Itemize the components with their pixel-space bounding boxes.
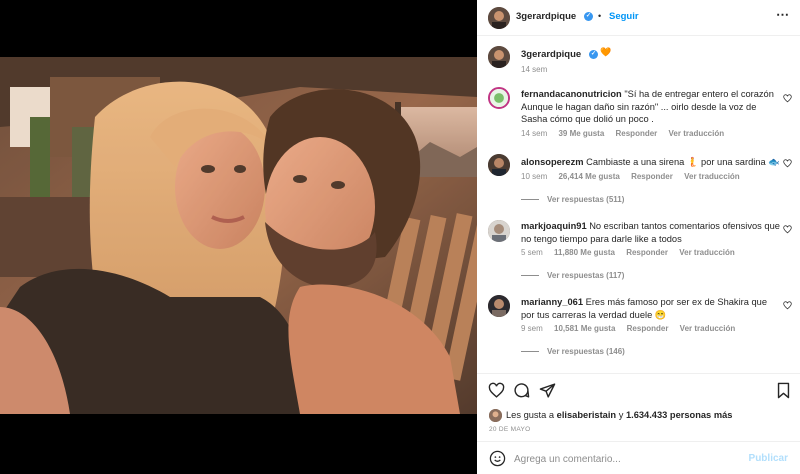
liker-avatar[interactable] <box>489 409 502 422</box>
post-date: 20 DE MAYO <box>489 426 531 433</box>
caption-avatar[interactable] <box>488 46 510 68</box>
comment-username[interactable]: fernandacanonutricion <box>521 89 622 99</box>
comment-likes[interactable]: 10,581 Me gusta <box>554 324 615 333</box>
reply-button[interactable]: Responder <box>627 324 669 333</box>
comment-avatar[interactable] <box>488 87 510 109</box>
publish-button[interactable]: Publicar <box>749 453 788 464</box>
emoji-icon[interactable] <box>489 450 506 467</box>
comment-like-heart-icon[interactable] <box>783 301 792 310</box>
liker-username[interactable]: elisaberistain <box>557 410 616 420</box>
comment-username[interactable]: markjoaquin91 <box>521 221 587 231</box>
comment-username[interactable]: alonsoperezm <box>521 157 584 167</box>
author-avatar[interactable] <box>488 7 510 29</box>
author-username[interactable]: 3gerardpique <box>516 11 576 22</box>
comment-likes[interactable]: 39 Me gusta <box>558 129 604 138</box>
caption-username[interactable]: 3gerardpique <box>521 49 581 60</box>
caption-time: 14 sem <box>521 65 548 74</box>
comments-list: 3gerardpique ✓ 🧡 14 sem fernandacanonutr… <box>477 37 800 373</box>
verified-icon: ✓ <box>584 12 593 21</box>
bookmark-icon[interactable] <box>775 382 792 399</box>
comment-like-heart-icon[interactable] <box>783 159 792 168</box>
media-pane <box>0 0 477 474</box>
post-header: 3gerardpique ✓ • Seguir ⋯ <box>477 0 800 36</box>
likes-connector: y <box>618 410 624 420</box>
translate-button[interactable]: Ver traducción <box>684 172 740 181</box>
translate-button[interactable]: Ver traducción <box>680 324 736 333</box>
likes-summary: Les gusta a elisaberistain y 1.634.433 p… <box>506 410 732 420</box>
comment-avatar[interactable] <box>488 154 510 176</box>
comment-time: 10 sem <box>521 172 548 181</box>
verified-icon: ✓ <box>589 50 598 59</box>
view-replies-button[interactable]: Ver respuestas (511) <box>521 195 624 204</box>
reply-button[interactable]: Responder <box>631 172 673 181</box>
comment-meta: 9 sem 10,581 Me gusta Responder Ver trad… <box>521 324 744 333</box>
reply-button[interactable]: Responder <box>616 129 658 138</box>
follow-button[interactable]: Seguir <box>609 11 639 22</box>
comment-item: fernandacanonutricion "Sí ha de entregar… <box>521 88 781 126</box>
comment-meta: 10 sem 26,414 Me gusta Responder Ver tra… <box>521 172 749 181</box>
comment-username[interactable]: marianny_061 <box>521 297 583 307</box>
separator-dot: • <box>598 11 602 21</box>
comment-item: alonsoperezm Cambiaste a una sirena 🧜 po… <box>521 156 781 169</box>
reply-button[interactable]: Responder <box>626 248 668 257</box>
likes-prefix: Les gusta a <box>506 410 555 420</box>
view-replies-button[interactable]: Ver respuestas (117) <box>521 271 624 280</box>
comment-input[interactable] <box>514 451 734 467</box>
comment-avatar[interactable] <box>488 295 510 317</box>
caption-emoji: 🧡 <box>600 47 612 57</box>
comment-likes[interactable]: 26,414 Me gusta <box>558 172 619 181</box>
comment-composer: Publicar <box>477 441 800 474</box>
translate-button[interactable]: Ver traducción <box>669 129 725 138</box>
comment-time: 5 sem <box>521 248 543 257</box>
post-panel: 3gerardpique ✓ • Seguir ⋯ 3gerardpique ✓… <box>477 0 800 474</box>
comment-like-heart-icon[interactable] <box>783 225 792 234</box>
comment-time: 9 sem <box>521 324 543 333</box>
comment-item: markjoaquin91 No escriban tantos comenta… <box>521 220 781 245</box>
share-icon[interactable] <box>539 382 556 399</box>
comment-meta: 5 sem 11,880 Me gusta Responder Ver trad… <box>521 248 744 257</box>
comment-icon[interactable] <box>513 382 530 399</box>
view-replies-button[interactable]: Ver respuestas (146) <box>521 347 625 356</box>
comment-likes[interactable]: 11,880 Me gusta <box>554 248 615 257</box>
heart-icon[interactable] <box>488 382 505 399</box>
comment-body: Cambiaste a una sirena 🧜 por una sardina… <box>586 157 780 167</box>
comment-avatar[interactable] <box>488 220 510 242</box>
comment-meta: 14 sem 39 Me gusta Responder Ver traducc… <box>521 129 733 138</box>
post-photo-image <box>0 57 477 414</box>
more-icon[interactable]: ⋯ <box>776 7 790 23</box>
comment-time: 14 sem <box>521 129 548 138</box>
action-bar: Les gusta a elisaberistain y 1.634.433 p… <box>477 373 800 473</box>
comment-like-heart-icon[interactable] <box>783 94 792 103</box>
comment-item: marianny_061 Eres más famoso por ser ex … <box>521 296 781 321</box>
translate-button[interactable]: Ver traducción <box>679 248 735 257</box>
post-photo[interactable] <box>0 57 477 414</box>
likes-count[interactable]: 1.634.433 personas más <box>626 410 732 420</box>
